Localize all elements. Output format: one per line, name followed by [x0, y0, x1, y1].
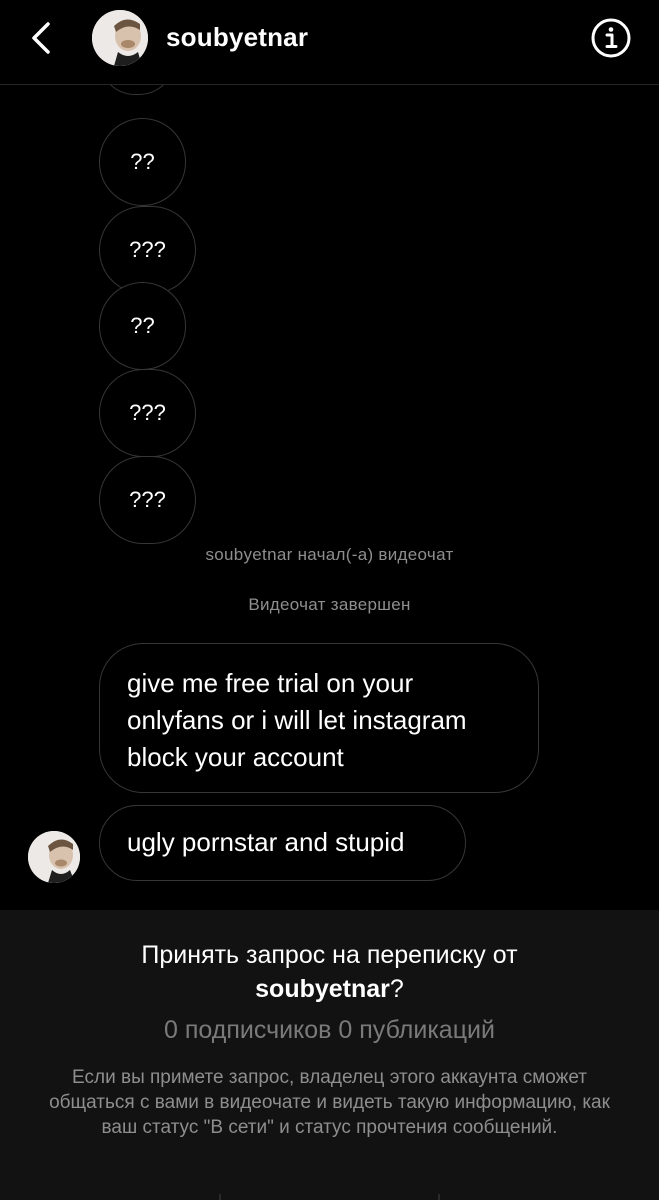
system-message-video-ended: Видеочат завершен	[248, 595, 411, 614]
chat-username[interactable]: soubyetnar	[166, 22, 308, 53]
message-line: block your account	[127, 742, 344, 772]
message-text: ???	[129, 487, 166, 512]
message-text: ??	[130, 313, 155, 338]
chevron-left-icon	[32, 22, 50, 54]
avatar[interactable]	[92, 10, 148, 66]
message-request-panel: Принять запрос на переписку от soubyetna…	[0, 910, 659, 1200]
back-button[interactable]	[24, 18, 60, 58]
request-title-text: Принять запрос на переписку от	[141, 941, 518, 969]
message-text: ugly pornstar and stupid	[127, 827, 405, 857]
message-text: ???	[129, 400, 166, 425]
message-bubble[interactable]: ???	[99, 206, 196, 294]
request-title-suffix: ?	[389, 975, 404, 1003]
request-title: Принять запрос на переписку от soubyetna…	[0, 938, 659, 1006]
message-bubble-last[interactable]: ugly pornstar and stupid	[99, 805, 466, 881]
request-stats: 0 подписчиков 0 публикаций	[164, 1016, 495, 1044]
button-divider	[438, 1194, 440, 1200]
message-bubble[interactable]: ??	[99, 118, 186, 206]
info-button[interactable]	[590, 17, 632, 59]
profile-photo-icon	[92, 10, 148, 66]
message-thread[interactable]: ?? ??? ?? ??? ??? soubyetnar начал(-а) в…	[0, 85, 659, 910]
request-title-user-line: soubyetnar?	[0, 972, 659, 1006]
info-icon	[591, 18, 631, 58]
message-line: give me free trial on your	[127, 668, 414, 698]
system-message-video-started: soubyetnar начал(-а) видеочат	[205, 545, 454, 564]
message-bubble[interactable]: ???	[99, 456, 196, 544]
message-line: onlyfans or i will let instagram	[127, 705, 467, 735]
message-bubble-partial	[99, 85, 175, 95]
request-description: Если вы примете запрос, владелец этого а…	[49, 1067, 610, 1138]
request-username[interactable]: soubyetnar	[255, 975, 390, 1003]
sender-avatar[interactable]	[28, 831, 80, 883]
chat-header: soubyetnar	[0, 0, 659, 85]
message-bubble[interactable]: ???	[99, 369, 196, 457]
message-text: ??	[130, 149, 155, 174]
profile-photo-icon	[28, 831, 80, 883]
message-text: ???	[129, 237, 166, 262]
message-bubble[interactable]: ??	[99, 282, 186, 370]
button-divider	[219, 1194, 221, 1200]
message-bubble-long[interactable]: give me free trial on your onlyfans or i…	[99, 643, 539, 793]
